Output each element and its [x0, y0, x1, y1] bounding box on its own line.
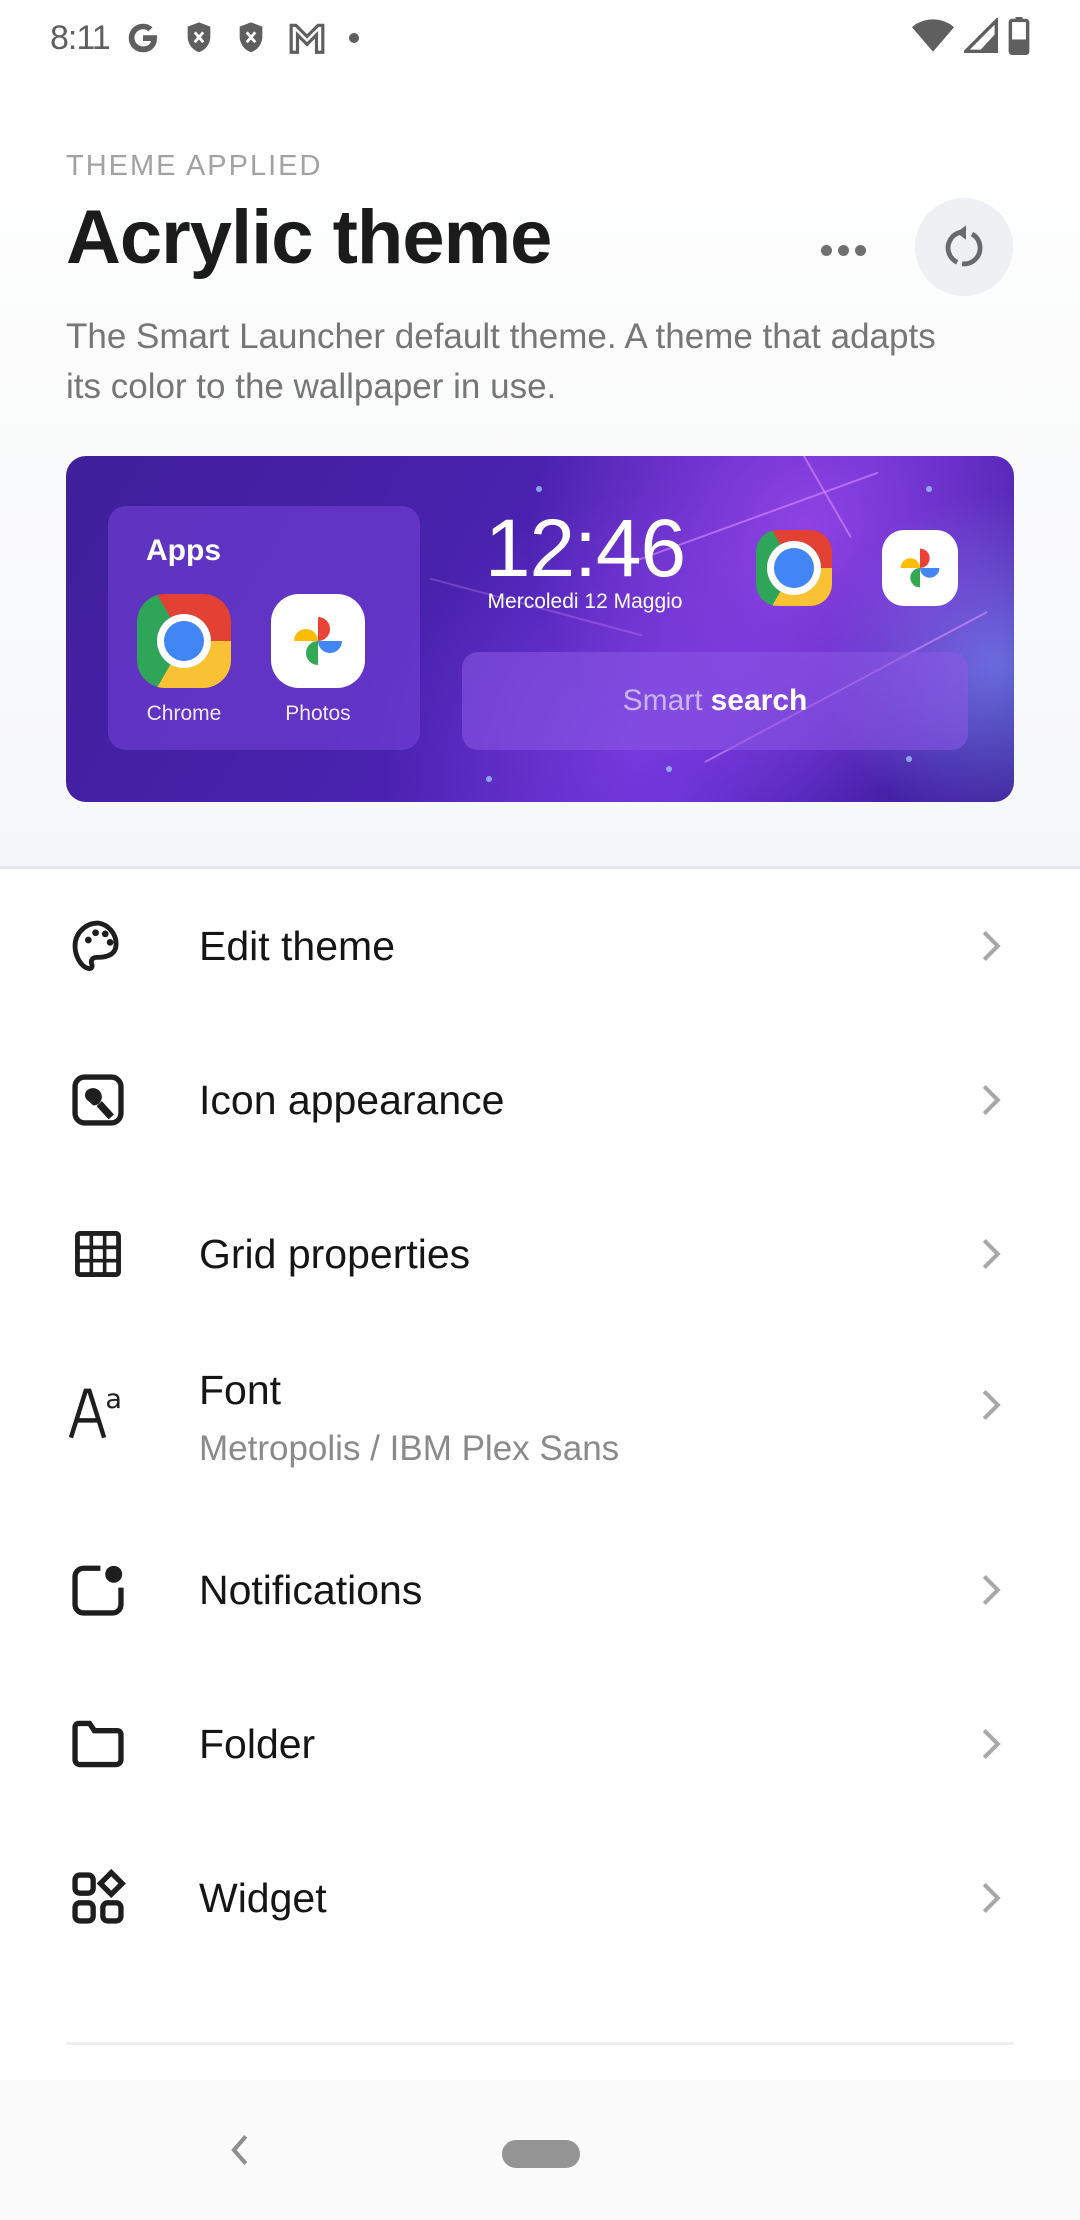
- wallpaper-dot: [666, 766, 672, 772]
- gmail-icon: [288, 18, 326, 58]
- menu-item-label: Notifications: [199, 1566, 423, 1613]
- icon-appearance-icon: [66, 1068, 130, 1132]
- menu-item-label: Grid properties: [199, 1230, 471, 1277]
- menu-item-icon-appearance[interactable]: Icon appearance: [0, 1023, 1080, 1177]
- font-icon: a: [66, 1381, 130, 1445]
- theme-preview[interactable]: Apps Chrome Photos 12:46 Mercoledi 12 Ma…: [66, 456, 1014, 802]
- menu-item-subtitle: Metropolis / IBM Plex Sans: [199, 1429, 620, 1468]
- list-divider: [66, 2042, 1014, 2045]
- wallpaper-dot: [906, 756, 912, 762]
- wifi-icon: [912, 18, 954, 59]
- theme-description: The Smart Launcher default theme. A them…: [66, 317, 936, 406]
- more-options-button[interactable]: [812, 228, 874, 272]
- page-title: Acrylic theme: [66, 195, 552, 280]
- cell-signal-icon: [961, 16, 998, 59]
- status-time: 8:11: [50, 18, 111, 57]
- chevron-right-icon: [976, 1080, 1006, 1120]
- search-label-bold: search: [710, 684, 808, 717]
- wallpaper-dot: [486, 776, 492, 782]
- chevron-right-icon: [976, 1570, 1006, 1610]
- chevron-right-icon: [976, 926, 1006, 966]
- app-label: Chrome: [146, 702, 222, 725]
- menu-item-edit-theme[interactable]: Edit theme: [0, 869, 1080, 1023]
- photos-icon: [271, 594, 365, 688]
- wallpaper-dot: [536, 486, 542, 492]
- theme-header: THEME APPLIED Acrylic theme The Smart La…: [0, 76, 1080, 868]
- clock-widget: 12:46 Mercoledi 12 Maggio: [470, 506, 700, 614]
- clock-date: Mercoledi 12 Maggio: [487, 590, 683, 613]
- google-icon: [124, 18, 162, 58]
- menu-item-label: Edit theme: [199, 922, 395, 969]
- wallpaper-streak: [780, 456, 852, 539]
- app-chrome: Chrome: [134, 594, 234, 726]
- chevron-right-icon: [976, 1234, 1006, 1274]
- chevron-right-icon: [976, 1724, 1006, 1764]
- palette-icon: [66, 914, 130, 978]
- more-dot: [854, 244, 866, 256]
- folder-icon: [66, 1712, 130, 1776]
- apps-widget-title: Apps: [146, 534, 221, 567]
- reset-icon: [945, 225, 983, 267]
- wallpaper-dot: [926, 486, 932, 492]
- photos-icon: [882, 530, 958, 606]
- grid-icon: [66, 1222, 130, 1286]
- widget-icon: [66, 1866, 130, 1930]
- more-dot: [837, 244, 849, 256]
- svg-text:a: a: [105, 1384, 122, 1415]
- menu-item-label: Font: [199, 1367, 282, 1413]
- menu-item-label: Icon appearance: [199, 1076, 505, 1123]
- clock-time: 12:46: [484, 503, 686, 594]
- status-bar: 8:11: [0, 0, 1080, 76]
- menu-item-label: Folder: [199, 1720, 316, 1767]
- system-nav-bar: [0, 2080, 1080, 2220]
- menu-item-grid-properties[interactable]: Grid properties: [0, 1177, 1080, 1331]
- chevron-right-icon: [976, 1385, 1006, 1425]
- menu-item-font[interactable]: a Font Metropolis / IBM Plex Sans: [0, 1331, 1080, 1513]
- menu-item-label: Widget: [199, 1874, 327, 1921]
- apps-widget: Apps Chrome Photos: [108, 506, 420, 750]
- theme-applied-label: THEME APPLIED: [66, 150, 323, 182]
- chevron-right-icon: [976, 1878, 1006, 1918]
- smart-search-bar: Smart search: [462, 652, 968, 750]
- shield-x-icon: [184, 18, 214, 58]
- search-label-light: Smart: [622, 684, 703, 717]
- battery-icon: [1008, 16, 1030, 60]
- dot-icon: [348, 18, 360, 58]
- menu-item-widget[interactable]: Widget: [0, 1821, 1080, 1975]
- chrome-icon: [756, 530, 832, 606]
- app-label: Photos: [285, 702, 351, 725]
- menu-item-notifications[interactable]: Notifications: [0, 1513, 1080, 1667]
- more-horizontal-icon: [820, 244, 832, 256]
- menu-item-folder[interactable]: Folder: [0, 1667, 1080, 1821]
- reset-theme-button[interactable]: [915, 198, 1013, 296]
- nav-home-pill[interactable]: [502, 2140, 580, 2168]
- app-photos: Photos: [268, 594, 368, 726]
- shield-x-icon: [236, 18, 266, 58]
- nav-back-icon[interactable]: [224, 2133, 254, 2167]
- notification-badge-icon: [66, 1558, 130, 1622]
- chrome-icon: [137, 594, 231, 688]
